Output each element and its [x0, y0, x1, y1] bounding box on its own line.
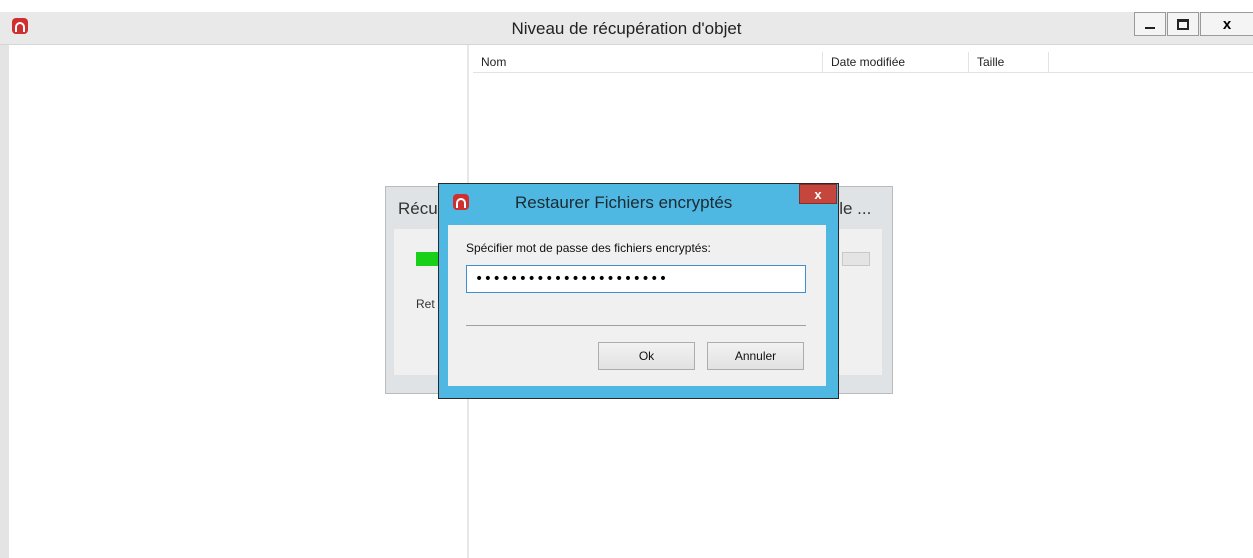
dialog-close-button[interactable]: x — [799, 184, 837, 204]
password-input[interactable] — [466, 265, 806, 293]
cancel-button[interactable]: Annuler — [707, 342, 804, 370]
dialog-divider — [466, 325, 806, 326]
restore-encrypted-files-dialog: Restaurer Fichiers encryptés x Spécifier… — [438, 183, 839, 399]
minimize-icon — [1145, 27, 1155, 29]
window-close-button[interactable]: x — [1200, 12, 1253, 36]
ok-button[interactable]: Ok — [598, 342, 695, 370]
window-title: Niveau de récupération d'objet — [511, 19, 742, 38]
dialog-app-logo-icon — [453, 194, 469, 210]
dialog-title: Restaurer Fichiers encryptés — [515, 193, 733, 212]
column-header-date-modified[interactable]: Date modifiée — [823, 52, 969, 72]
close-icon: x — [814, 187, 822, 202]
file-list-header: Nom Date modifiée Taille — [473, 52, 1253, 73]
main-titlebar: Niveau de récupération d'objet x — [0, 12, 1253, 45]
column-header-size[interactable]: Taille — [969, 52, 1049, 72]
close-icon: x — [1222, 15, 1232, 33]
dialog-body: Spécifier mot de passe des fichiers encr… — [448, 225, 826, 386]
minimize-button[interactable] — [1134, 12, 1166, 36]
password-prompt-label: Spécifier mot de passe des fichiers encr… — [466, 241, 711, 255]
progress-dialog-title-start: Récu — [398, 199, 438, 218]
column-header-name[interactable]: Nom — [473, 52, 823, 72]
progress-bar-track — [842, 252, 870, 266]
progress-bar-fill — [416, 252, 438, 266]
progress-status-label: Ret — [416, 297, 435, 311]
maximize-icon — [1177, 18, 1189, 30]
maximize-button[interactable] — [1167, 12, 1199, 36]
